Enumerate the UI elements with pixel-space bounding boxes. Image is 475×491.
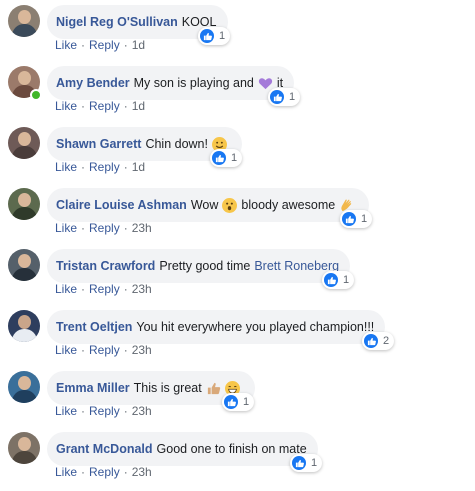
commenter-name[interactable]: Emma Miller	[56, 381, 130, 395]
comment-text: bloody awesome	[241, 198, 336, 212]
thumbs-up-icon	[206, 381, 221, 396]
avatar[interactable]	[8, 5, 40, 37]
reaction-count[interactable]: 1	[322, 271, 355, 289]
reaction-count[interactable]: 2	[362, 332, 395, 350]
reply-link[interactable]: Reply	[89, 465, 120, 479]
reaction-count[interactable]: 1	[290, 454, 323, 472]
like-icon	[270, 90, 284, 104]
commenter-name[interactable]: Tristan Crawford	[56, 259, 155, 273]
commenter-name[interactable]: Nigel Reg O'Sullivan	[56, 15, 178, 29]
reaction-count[interactable]: 1	[210, 149, 243, 167]
comment-time[interactable]: 23h	[132, 282, 152, 296]
commenter-name[interactable]: Claire Louise Ashman	[56, 198, 187, 212]
comment-text: You hit everywhere you played champion!!…	[136, 320, 375, 334]
like-link[interactable]: Like	[55, 38, 77, 52]
reaction-count[interactable]: 1	[268, 88, 301, 106]
reply-link[interactable]: Reply	[89, 404, 120, 418]
avatar[interactable]	[8, 432, 40, 464]
comment-bubble: Grant McDonald Good one to finish on mat…	[47, 432, 318, 466]
comment: Tristan Crawford Pretty good time Brett …	[0, 246, 475, 307]
comment-meta: Like · Reply · 23h	[55, 282, 152, 296]
comment-text: Chin down!	[145, 137, 208, 151]
comment-meta: Like · Reply · 1d	[55, 99, 146, 113]
comment-text: Good one to finish on mate	[156, 442, 307, 456]
reply-link[interactable]: Reply	[89, 99, 120, 113]
reply-link[interactable]: Reply	[89, 160, 120, 174]
comment: Emma Miller This is great 1 Like · Reply · 2…	[0, 368, 475, 429]
commenter-name[interactable]: Amy Bender	[56, 76, 130, 90]
like-link[interactable]: Like	[55, 160, 77, 174]
like-icon	[324, 273, 338, 287]
reply-link[interactable]: Reply	[89, 282, 120, 296]
avatar[interactable]	[8, 188, 40, 220]
comment-bubble: Amy Bender My son is playing and it	[47, 66, 295, 100]
avatar[interactable]	[8, 371, 40, 403]
comment-text: Wow	[190, 198, 219, 212]
comment: Amy Bender My son is playing and it 1 Li…	[0, 63, 475, 124]
comment-bubble: Claire Louise Ashman Wow bloody awesome	[47, 188, 370, 222]
comment-time[interactable]: 1d	[132, 160, 145, 174]
reaction-count[interactable]: 1	[222, 393, 255, 411]
comment: Claire Louise Ashman Wow bloody awesome …	[0, 185, 475, 246]
reaction-count[interactable]: 1	[198, 27, 231, 45]
comment-text: This is great	[133, 381, 202, 395]
reaction-count[interactable]: 1	[340, 210, 373, 228]
like-icon	[224, 395, 238, 409]
comment-bubble: Trent Oeltjen You hit everywhere you pla…	[47, 310, 386, 344]
online-status-icon	[30, 89, 42, 101]
like-icon	[342, 212, 356, 226]
like-link[interactable]: Like	[55, 343, 77, 357]
comment-text: Pretty good time	[159, 259, 251, 273]
comment-time[interactable]: 1d	[132, 38, 145, 52]
comment-text: My son is playing and	[133, 76, 254, 90]
purple-heart-icon	[258, 76, 273, 91]
avatar[interactable]	[8, 249, 40, 281]
comment-meta: Like · Reply · 23h	[55, 343, 152, 357]
comment-meta: Like · Reply · 23h	[55, 221, 152, 235]
reply-link[interactable]: Reply	[89, 38, 120, 52]
avatar[interactable]	[8, 127, 40, 159]
commenter-name[interactable]: Shawn Garrett	[56, 137, 141, 151]
comment-meta: Like · Reply · 1d	[55, 38, 146, 52]
commenter-name[interactable]: Grant McDonald	[56, 442, 153, 456]
comment-time[interactable]: 1d	[132, 99, 145, 113]
comment-time[interactable]: 23h	[132, 221, 152, 235]
comment-meta: Like · Reply · 23h	[55, 404, 152, 418]
comment-meta: Like · Reply · 23h	[55, 465, 152, 479]
comment-meta: Like · Reply · 1d	[55, 160, 146, 174]
like-icon	[212, 151, 226, 165]
comment-time[interactable]: 23h	[132, 404, 152, 418]
like-link[interactable]: Like	[55, 221, 77, 235]
like-icon	[200, 29, 214, 43]
like-link[interactable]: Like	[55, 465, 77, 479]
comment: Trent Oeltjen You hit everywhere you pla…	[0, 307, 475, 368]
like-icon	[364, 334, 378, 348]
comment-time[interactable]: 23h	[132, 465, 152, 479]
reply-link[interactable]: Reply	[89, 221, 120, 235]
comment: Grant McDonald Good one to finish on mat…	[0, 429, 475, 490]
comment-bubble: Tristan Crawford Pretty good time Brett …	[47, 249, 351, 283]
comment: Shawn Garrett Chin down! 1 Like · Reply · 1d	[0, 124, 475, 185]
commenter-name[interactable]: Trent Oeltjen	[56, 320, 132, 334]
avatar[interactable]	[8, 310, 40, 342]
like-link[interactable]: Like	[55, 99, 77, 113]
comment: Nigel Reg O'Sullivan KOOL 1 Like · Reply · 1…	[0, 2, 475, 63]
like-link[interactable]: Like	[55, 282, 77, 296]
like-link[interactable]: Like	[55, 404, 77, 418]
comment-time[interactable]: 23h	[132, 343, 152, 357]
reply-link[interactable]: Reply	[89, 343, 120, 357]
like-icon	[292, 456, 306, 470]
astonished-face-icon	[222, 197, 238, 213]
